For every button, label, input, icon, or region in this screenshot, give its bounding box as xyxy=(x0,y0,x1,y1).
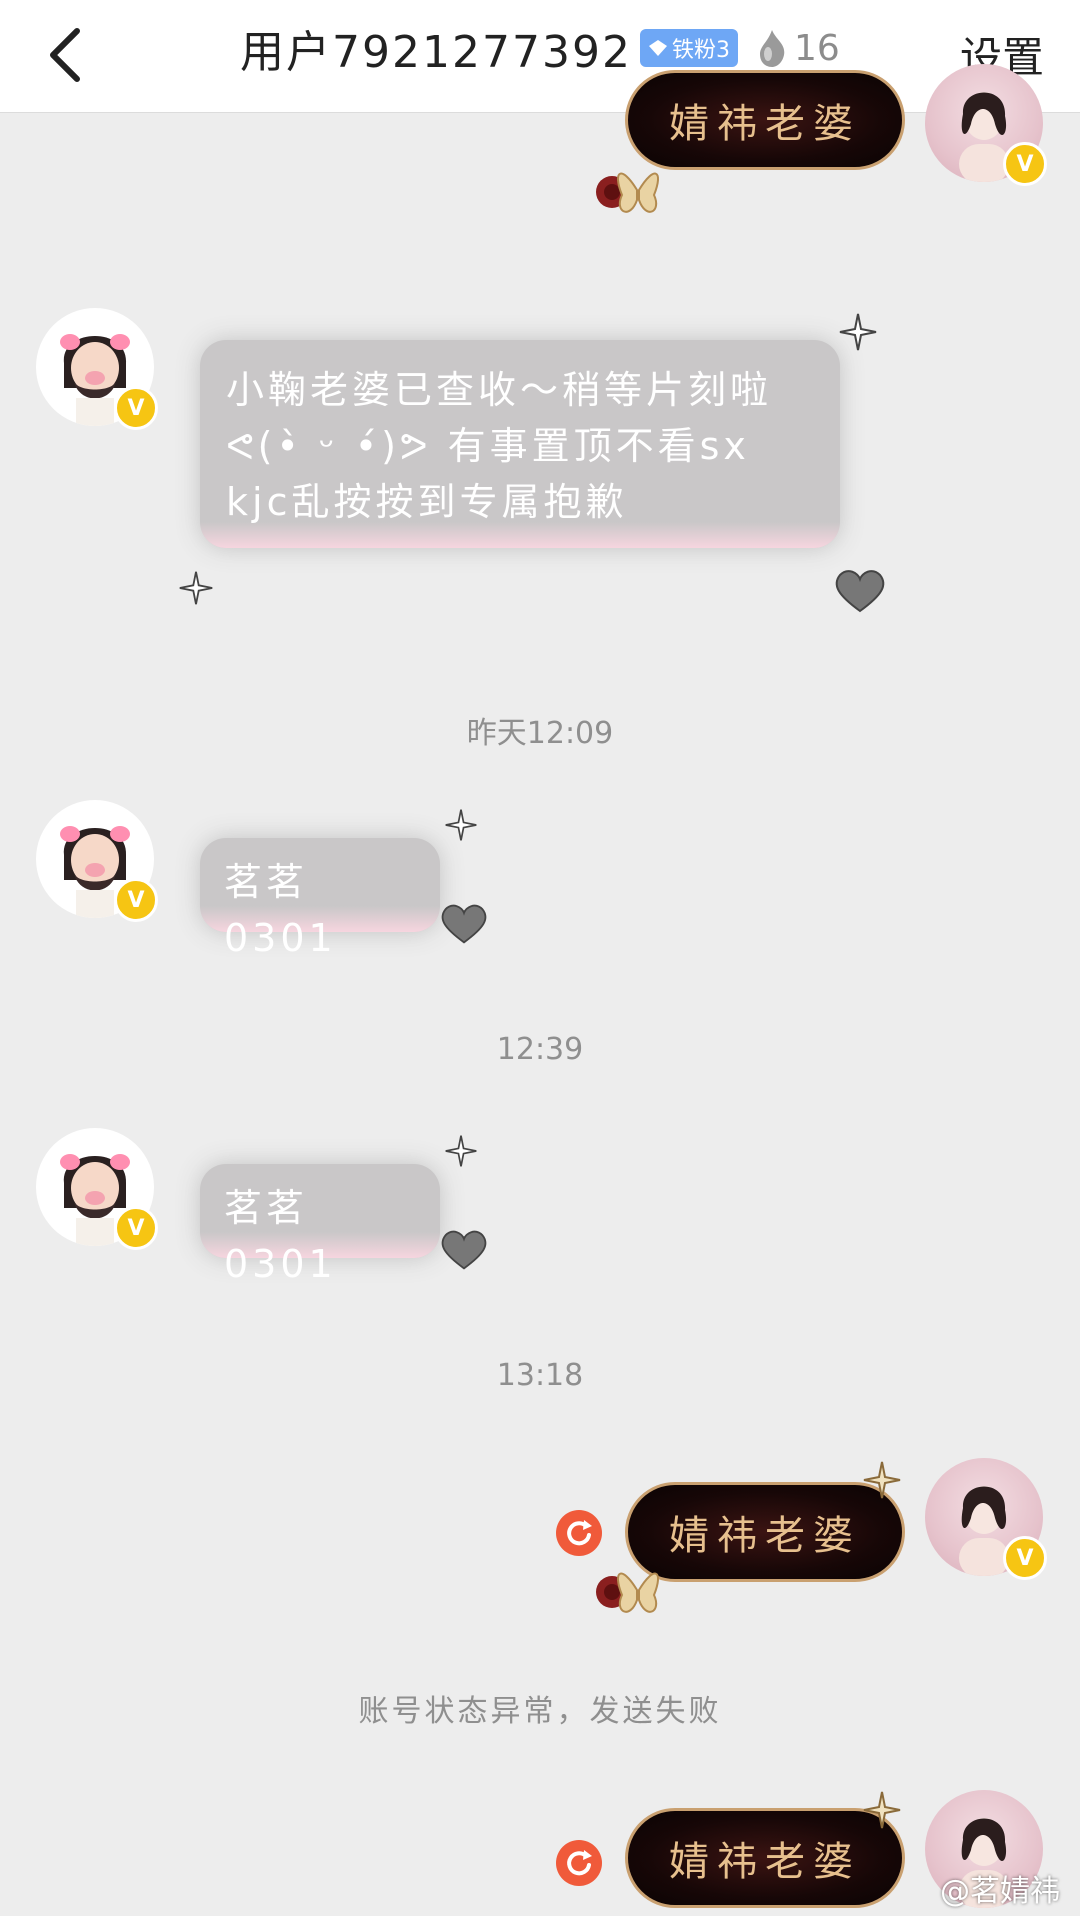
heat-count: 16 xyxy=(793,27,840,69)
back-button[interactable] xyxy=(30,20,100,90)
message-text: 婧祎老婆 xyxy=(669,1513,861,1559)
message-bubble-incoming[interactable]: 茗茗0301 xyxy=(200,1164,440,1286)
chat-title: 用户7921277392 铁粉3 16 xyxy=(240,18,840,78)
message-text: 茗茗0301 xyxy=(224,860,337,960)
message-bubble-incoming[interactable]: 小鞠老婆已查收～稍等片刻啦ᕙ(•̀ ᵕ •́)ᕗ 有事置顶不看sx kjc乱按按… xyxy=(200,340,840,548)
butterfly-rose-decoration xyxy=(596,172,659,213)
butterfly-rose-decoration xyxy=(596,1572,659,1613)
flame-icon xyxy=(759,30,785,67)
verified-v-icon: V xyxy=(114,386,158,430)
timestamp: 12:39 xyxy=(496,1032,584,1067)
retry-icon xyxy=(567,1850,592,1876)
timestamp: 昨天12:09 xyxy=(466,716,614,751)
verified-v-icon: V xyxy=(1003,142,1047,186)
chevron-left-icon xyxy=(50,28,80,82)
top-bar: 用户7921277392 铁粉3 16 设置 xyxy=(0,0,1080,113)
fan-level-badge: 铁粉3 xyxy=(639,29,738,67)
message-bubble-incoming[interactable]: 茗茗0301 xyxy=(200,838,440,960)
verified-v-icon: V xyxy=(114,1206,158,1250)
sparkle-icon xyxy=(445,809,477,841)
sparkle-icon xyxy=(445,1135,477,1167)
message-text: 小鞠老婆已查收～稍等片刻啦ᕙ(•̀ ᵕ •́)ᕗ 有事置顶不看sx kjc乱按按… xyxy=(226,368,773,524)
fan-badge-label: 铁粉3 xyxy=(671,38,730,63)
sender-avatar-contact[interactable]: V xyxy=(36,308,158,430)
heart-icon xyxy=(835,570,885,613)
verified-v-icon: V xyxy=(1003,1536,1047,1580)
message-text: 婧祎老婆 xyxy=(669,101,861,147)
verified-v-icon: V xyxy=(114,878,158,922)
heart-icon xyxy=(441,904,487,944)
contact-name: 用户7921277392 xyxy=(240,27,632,78)
heat-indicator: 16 xyxy=(756,28,840,69)
timestamp: 13:18 xyxy=(496,1358,584,1393)
sparkle-icon xyxy=(179,571,213,605)
retry-icon xyxy=(567,1520,592,1546)
sender-avatar-contact[interactable]: V xyxy=(36,1128,158,1250)
sparkle-icon xyxy=(863,1461,901,1499)
message-text: 婧祎老婆 xyxy=(669,1839,861,1885)
watermark: @茗婧祎 xyxy=(940,1874,1060,1909)
sender-avatar-contact[interactable]: V xyxy=(36,800,158,922)
send-failed-notice: 账号状态异常，发送失败 xyxy=(358,1694,722,1729)
sparkle-icon xyxy=(863,1791,901,1829)
sparkle-icon xyxy=(839,313,877,351)
diamond-icon xyxy=(648,40,667,56)
heart-icon xyxy=(441,1230,487,1270)
message-text: 茗茗0301 xyxy=(224,1186,337,1286)
sender-avatar-self[interactable]: V xyxy=(925,1458,1047,1580)
sender-avatar-self[interactable]: V xyxy=(925,64,1047,186)
resend-button[interactable] xyxy=(556,1840,602,1886)
